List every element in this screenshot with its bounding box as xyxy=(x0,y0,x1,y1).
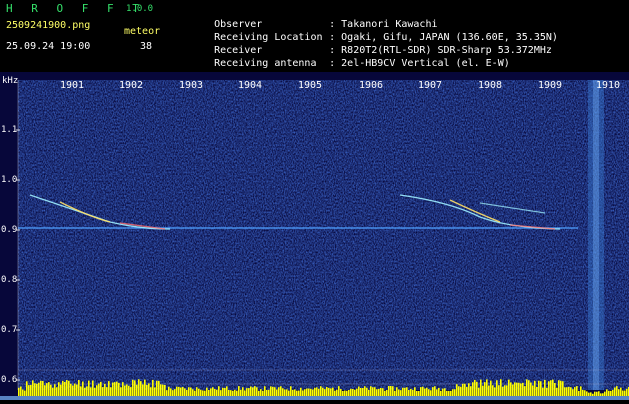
header-panel: H R O F F T 1.0.0 2509241900.png 25.09.2… xyxy=(0,0,629,72)
time-tick-1903: 1903 xyxy=(179,80,204,91)
time-tick-1907: 1907 xyxy=(418,80,443,91)
meteor-label: meteor xyxy=(124,26,161,37)
app-title: H R O F F T xyxy=(6,2,145,15)
freq-tick-0.6: 0.6 xyxy=(1,375,18,385)
time-tick-1908: 1908 xyxy=(478,80,503,91)
time-tick-1910: 1910 xyxy=(596,80,621,91)
meteor-count: 38 xyxy=(140,41,153,52)
freq-tick-0.7: 0.7 xyxy=(1,325,18,335)
time-tick-1902: 1902 xyxy=(119,80,144,91)
time-tick-1909: 1909 xyxy=(538,80,563,91)
time-tick-1905: 1905 xyxy=(298,80,323,91)
freq-tick-0.8: 0.8 xyxy=(1,275,18,285)
app-version: 1.0.0 xyxy=(126,4,154,14)
file-name: 2509241900.png xyxy=(6,20,91,31)
unit-label: kHz xyxy=(2,76,19,86)
date-time: 25.09.24 19:00 xyxy=(6,41,91,52)
time-tick-1901: 1901 xyxy=(60,80,85,91)
freq-tick-1.0: 1.0 xyxy=(1,175,18,185)
time-tick-1904: 1904 xyxy=(238,80,263,91)
spectrogram-canvas xyxy=(0,72,629,400)
noise-texture xyxy=(18,80,629,390)
noise-burst-core xyxy=(593,80,599,390)
spectrogram: kHz 1901 1902 1903 1904 1905 1906 1907 1… xyxy=(0,72,629,400)
freq-tick-0.9: 0.9 xyxy=(1,225,18,235)
bottom-strip xyxy=(0,396,629,400)
freq-tick-1.1: 1.1 xyxy=(1,125,18,135)
info-observer: Observer: Takanori Kawachi xyxy=(214,19,438,30)
time-tick-1906: 1906 xyxy=(359,80,384,91)
station-info: Observer: Takanori Kawachi Receiving Loc… xyxy=(178,5,558,69)
